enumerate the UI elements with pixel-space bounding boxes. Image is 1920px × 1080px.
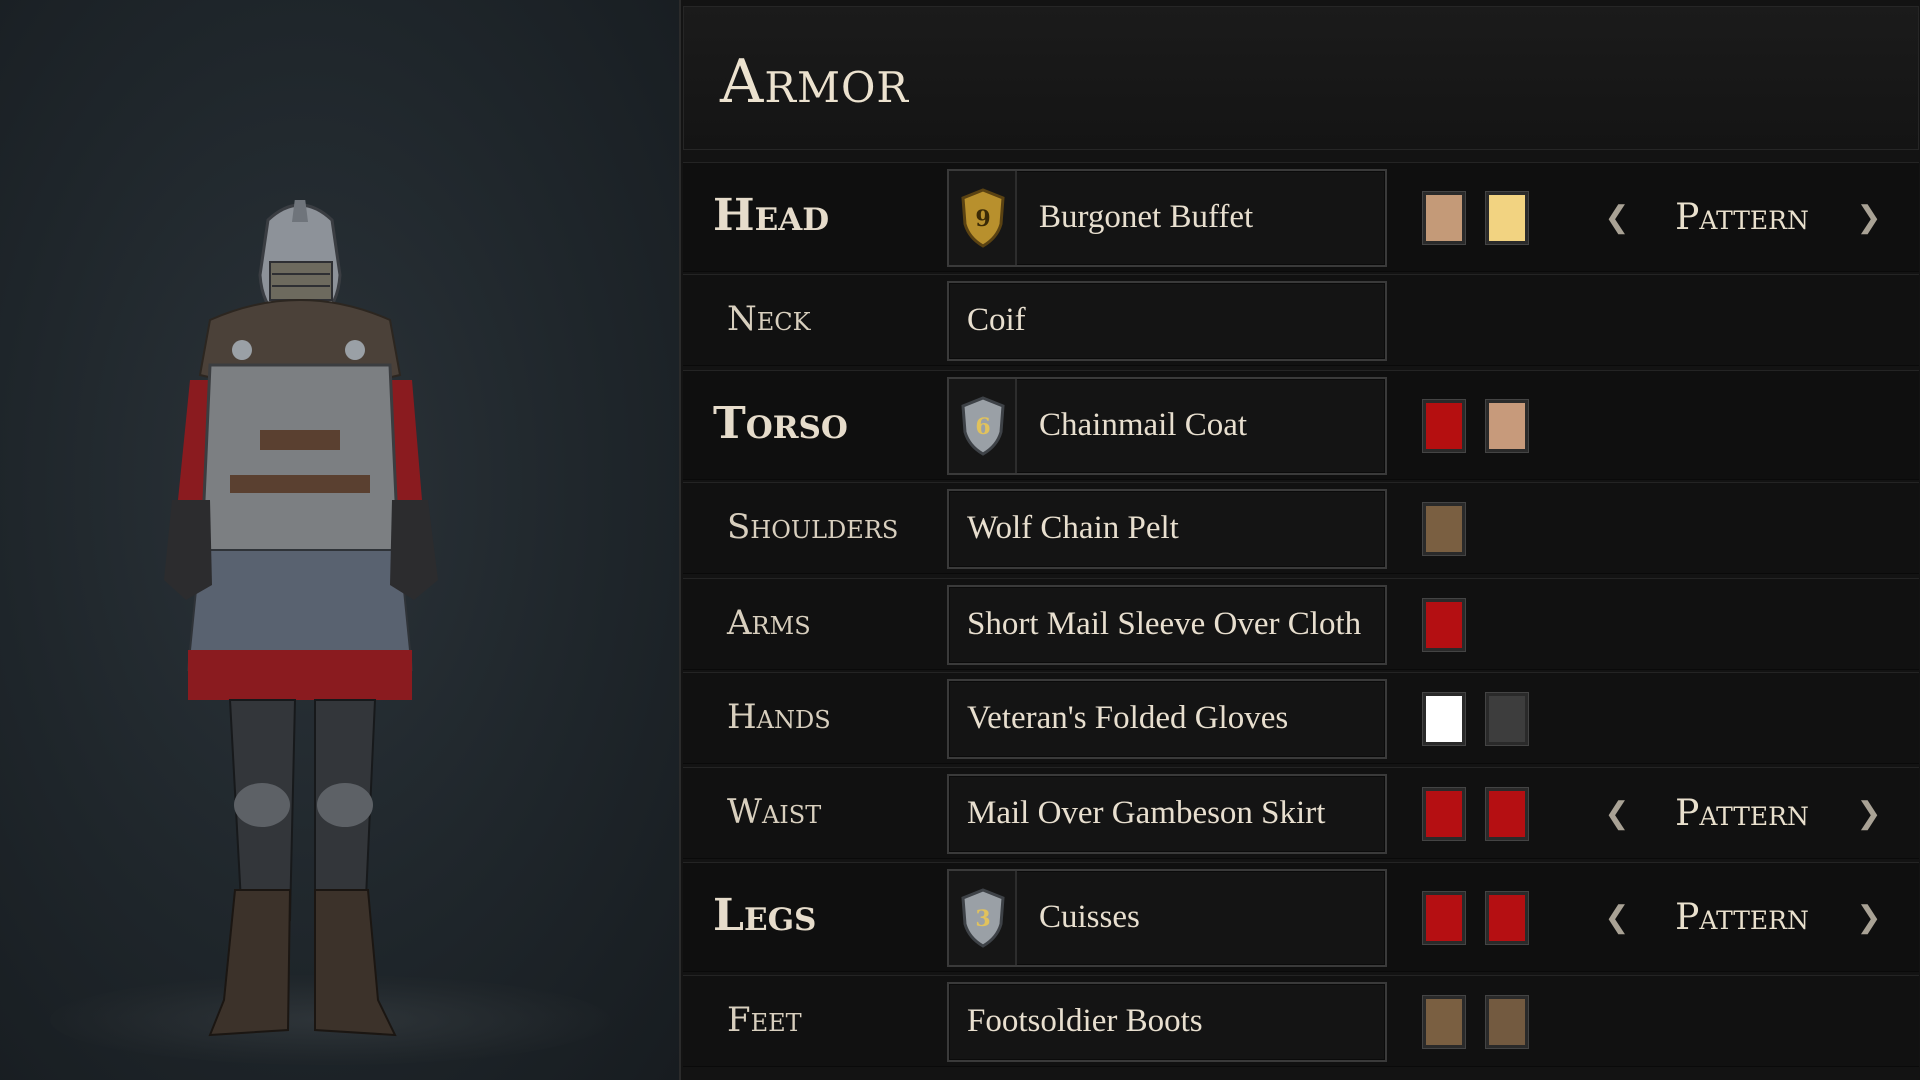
armored-character-model[interactable] [150, 200, 490, 1040]
slot-row-neck: Neck Coif [683, 274, 1919, 366]
item-name: Cuisses [1039, 899, 1140, 935]
item-name: Footsoldier Boots [967, 1003, 1203, 1039]
item-select-shoulders[interactable]: Wolf Chain Pelt [947, 489, 1387, 569]
slot-row-legs: Legs 3 Cuisses ❮ Pattern ❯ [683, 862, 1919, 972]
slot-label: Shoulders [727, 507, 899, 547]
item-name: Chainmail Coat [1039, 407, 1248, 443]
slot-label: Waist [727, 792, 822, 832]
slot-row-hands: Hands Veteran's Folded Gloves [683, 672, 1919, 764]
color-swatch[interactable] [1422, 995, 1466, 1049]
color-swatch[interactable] [1422, 502, 1466, 556]
color-swatch[interactable] [1422, 191, 1466, 245]
slot-row-waist: Waist Mail Over Gambeson Skirt ❮ Pattern ❯ [683, 767, 1919, 859]
chevron-left-icon[interactable]: ❮ [1599, 781, 1635, 847]
item-name: Veteran's Folded Gloves [967, 700, 1289, 736]
pattern-label: Pattern [1675, 897, 1809, 938]
pattern-label: Pattern [1675, 793, 1809, 834]
color-swatch[interactable] [1485, 191, 1529, 245]
color-swatch[interactable] [1422, 399, 1466, 453]
slot-label: Neck [727, 299, 811, 339]
slot-row-arms: Arms Short Mail Sleeve Over Cloth [683, 578, 1919, 670]
item-name: Mail Over Gambeson Skirt [967, 795, 1326, 831]
slot-label: Head [713, 190, 830, 241]
item-select-arms[interactable]: Short Mail Sleeve Over Cloth [947, 585, 1387, 665]
slot-label: Hands [727, 697, 831, 737]
color-swatch[interactable] [1422, 891, 1466, 945]
chevron-left-icon[interactable]: ❮ [1599, 885, 1635, 951]
chevron-right-icon[interactable]: ❯ [1851, 885, 1887, 951]
panel-header: Armor [683, 6, 1919, 150]
tier-badge: 9 [949, 171, 1017, 265]
color-swatch[interactable] [1485, 995, 1529, 1049]
chevron-left-icon[interactable]: ❮ [1599, 185, 1635, 251]
slot-row-feet: Feet Footsoldier Boots [683, 975, 1919, 1067]
tier-number: 9 [975, 206, 990, 232]
slot-row-torso: Torso 6 Chainmail Coat [683, 370, 1919, 480]
pattern-selector: ❮ Pattern ❯ [1591, 185, 1893, 251]
pattern-label: Pattern [1675, 197, 1809, 238]
tier-number: 3 [975, 906, 990, 932]
item-name: Short Mail Sleeve Over Cloth [967, 606, 1362, 642]
item-name: Wolf Chain Pelt [967, 510, 1179, 546]
item-name: Burgonet Buffet [1039, 199, 1254, 235]
item-select-hands[interactable]: Veteran's Folded Gloves [947, 679, 1387, 759]
color-swatch[interactable] [1485, 692, 1529, 746]
pattern-selector: ❮ Pattern ❯ [1591, 885, 1893, 951]
chevron-right-icon[interactable]: ❯ [1851, 185, 1887, 251]
color-swatch[interactable] [1422, 692, 1466, 746]
chevron-right-icon[interactable]: ❯ [1851, 781, 1887, 847]
armor-panel: Armor Head 9 Burgonet Buffet ❮ Pattern ❯ Neck C… [679, 0, 1920, 1080]
item-select-neck[interactable]: Coif [947, 281, 1387, 361]
pattern-selector: ❮ Pattern ❯ [1591, 781, 1893, 847]
color-swatch[interactable] [1422, 787, 1466, 841]
item-select-feet[interactable]: Footsoldier Boots [947, 982, 1387, 1062]
item-select-torso[interactable]: 6 Chainmail Coat [947, 377, 1387, 475]
slot-row-shoulders: Shoulders Wolf Chain Pelt [683, 482, 1919, 574]
panel-title: Armor [720, 47, 910, 117]
tier-number: 6 [975, 414, 990, 440]
tier-badge: 6 [949, 379, 1017, 473]
slot-label: Legs [713, 890, 817, 941]
color-swatch[interactable] [1485, 787, 1529, 841]
slot-row-head: Head 9 Burgonet Buffet ❮ Pattern ❯ [683, 162, 1919, 272]
color-swatch[interactable] [1485, 891, 1529, 945]
item-select-waist[interactable]: Mail Over Gambeson Skirt [947, 774, 1387, 854]
slot-label: Feet [727, 1000, 802, 1040]
item-select-legs[interactable]: 3 Cuisses [947, 869, 1387, 967]
slot-label: Torso [713, 398, 848, 449]
item-select-head[interactable]: 9 Burgonet Buffet [947, 169, 1387, 267]
color-swatch[interactable] [1422, 598, 1466, 652]
character-preview[interactable] [0, 0, 679, 1080]
item-name: Coif [967, 302, 1026, 338]
tier-badge: 3 [949, 871, 1017, 965]
slot-label: Arms [727, 603, 811, 643]
color-swatch[interactable] [1485, 399, 1529, 453]
